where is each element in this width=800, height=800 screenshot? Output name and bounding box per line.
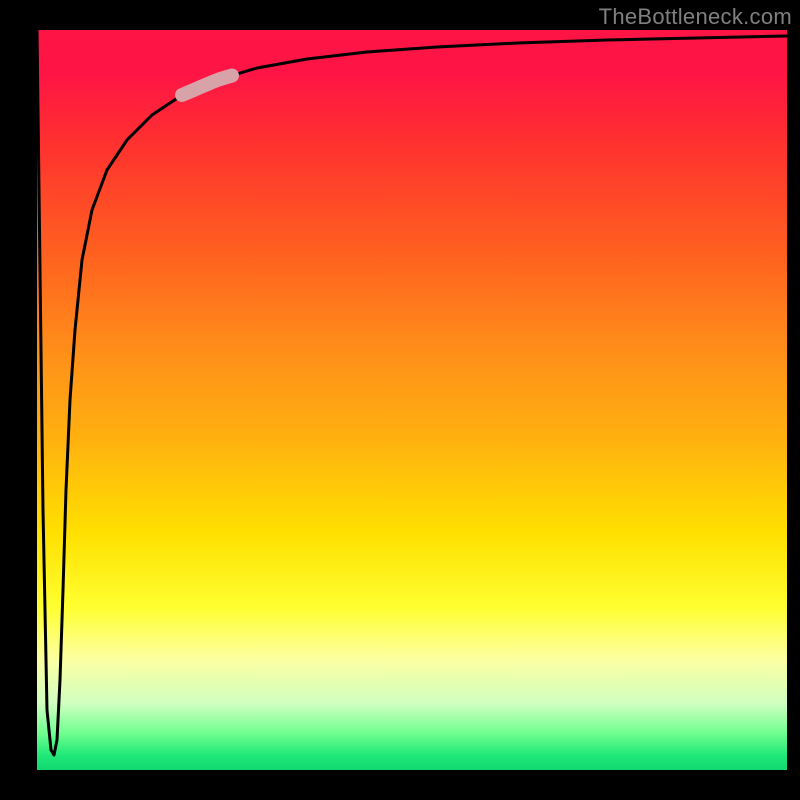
curve-svg xyxy=(37,30,787,770)
bottleneck-curve xyxy=(37,30,787,755)
watermark-text: TheBottleneck.com xyxy=(599,4,792,30)
chart-container: TheBottleneck.com xyxy=(0,0,800,800)
highlight-segment xyxy=(182,76,232,96)
